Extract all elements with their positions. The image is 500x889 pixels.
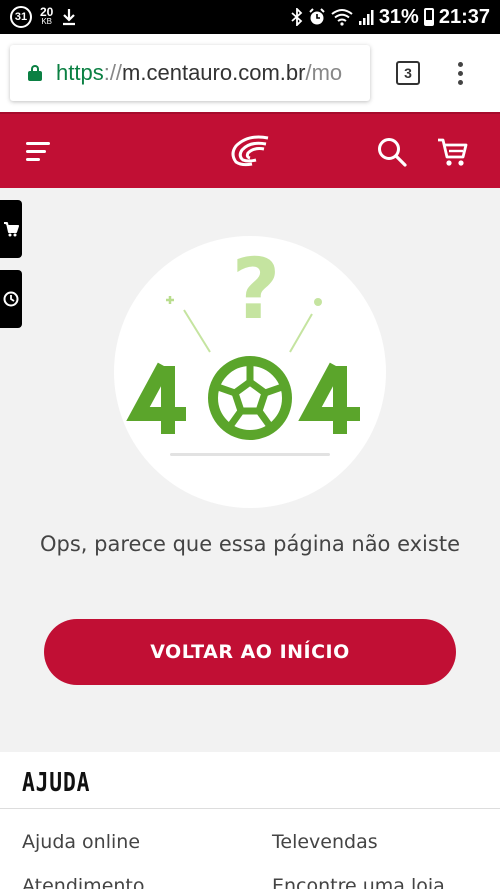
back-home-button[interactable]: VOLTAR AO INÍCIO (44, 619, 456, 685)
menu-icon[interactable] (26, 142, 52, 162)
url-path: /mo (305, 60, 343, 85)
browser-toolbar: https://m.centauro.com.br/mo 3 (0, 34, 500, 112)
download-icon (63, 9, 76, 26)
centauro-logo[interactable] (228, 132, 272, 168)
error-message: Ops, parece que essa página não existe (40, 532, 460, 556)
wifi-icon (331, 9, 353, 26)
browser-menu-icon[interactable] (458, 61, 463, 85)
footer-title: AJUDA (22, 768, 91, 798)
footer-link-televendas[interactable]: Televendas (272, 831, 378, 853)
tab-switcher-button[interactable]: 3 (396, 61, 420, 85)
footer: AJUDA Ajuda online Televendas Atendiment… (0, 752, 500, 889)
address-bar[interactable]: https://m.centauro.com.br/mo (10, 45, 370, 101)
search-icon[interactable] (376, 136, 408, 168)
bluetooth-icon (291, 8, 303, 26)
alarm-icon (309, 8, 325, 25)
battery-percent: 31% (378, 5, 419, 28)
side-history-tab[interactable] (0, 270, 22, 328)
site-header (0, 112, 500, 188)
url-host: m.centauro.com.br (122, 60, 306, 85)
data-rate-unit: KB (41, 17, 53, 26)
footer-link-atendimento[interactable]: Atendimento (22, 875, 145, 889)
footer-divider (0, 808, 500, 809)
clock-icon (3, 291, 19, 307)
cart-icon[interactable] (436, 136, 470, 168)
question-mark: ? (232, 240, 281, 338)
url-scheme: https (56, 60, 104, 85)
data-rate-value: 20 (40, 5, 54, 19)
url-text: https://m.centauro.com.br/mo (56, 60, 342, 86)
lock-icon (28, 65, 42, 81)
footer-link-encontre-loja[interactable]: Encontre uma loja (272, 875, 445, 889)
status-bar: 31 20 KB 31% 21:37 (0, 0, 500, 34)
data-rate: 20 KB (40, 5, 54, 27)
signal-icon (358, 10, 374, 25)
footer-link-ajuda-online[interactable]: Ajuda online (22, 831, 140, 853)
side-cart-tab[interactable] (0, 200, 22, 258)
cart-icon (4, 222, 19, 237)
error-404-illustration: ? (114, 236, 386, 508)
battery-icon (423, 8, 434, 26)
clock: 21:37 (438, 5, 490, 28)
url-separator: :// (103, 60, 123, 85)
notification-count-icon: 31 (10, 6, 32, 28)
